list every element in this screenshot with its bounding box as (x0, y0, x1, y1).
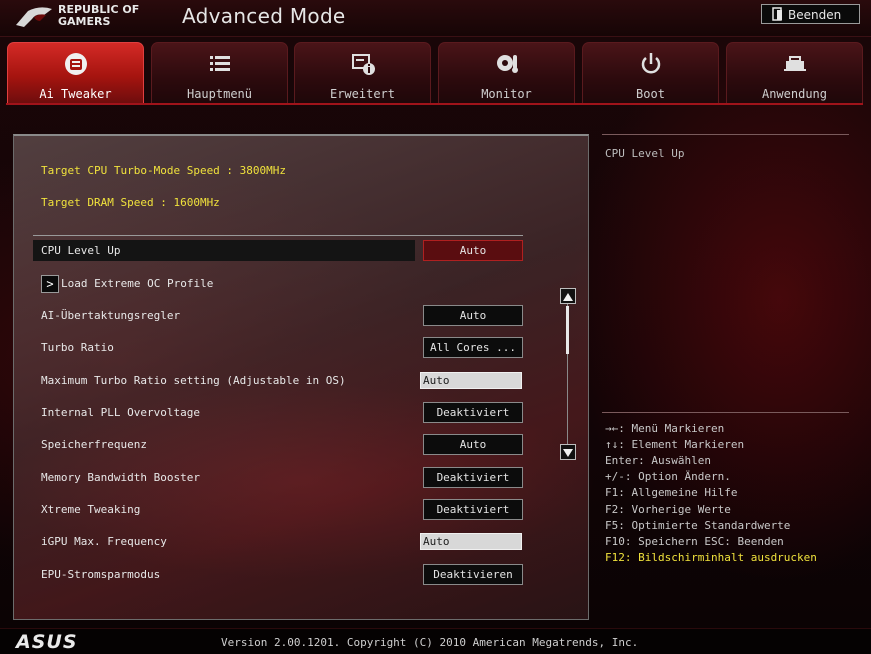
igpu-max-frequency-input[interactable]: Auto (420, 533, 522, 550)
help-top-rule (602, 134, 849, 135)
setting-label-ai-overclock: AI-Übertaktungsregler (41, 309, 181, 322)
cpu-level-up-value[interactable]: Auto (423, 240, 523, 261)
list-icon (209, 56, 230, 71)
ai-overclock-select[interactable]: Auto (423, 305, 523, 326)
key-hint: F10: Speichern ESC: Beenden (605, 535, 784, 548)
load-extreme-oc-profile-link[interactable]: Load Extreme OC Profile (61, 277, 213, 290)
version-text: Version 2.00.1201. Copyright (C) 2010 Am… (221, 636, 639, 649)
tab-main[interactable]: Hauptmenü (151, 42, 288, 104)
tool-icon (783, 56, 806, 71)
thermometer-gauge-icon (64, 53, 87, 75)
tab-label: Anwendung (761, 87, 828, 101)
tab-label: Ai Tweaker (39, 87, 112, 101)
bandwidth-booster-select[interactable]: Deaktiviert (423, 467, 523, 488)
max-turbo-ratio-input[interactable]: Auto (420, 372, 522, 389)
tab-label: Boot (636, 87, 665, 101)
divider (33, 235, 523, 236)
scrollbar-thumb[interactable] (566, 306, 569, 354)
setting-label-memory-frequency: Speicherfrequenz (41, 438, 147, 451)
memory-frequency-select[interactable]: Auto (423, 434, 523, 455)
arrow-up-icon (563, 293, 573, 301)
asus-logo: ASUS (16, 631, 78, 653)
tab-advanced[interactable]: Erweitert (294, 42, 431, 104)
exit-door-icon (772, 7, 782, 21)
brand-text: REPUBLIC OF GAMERS (58, 3, 140, 28)
tab-label: Erweitert (329, 87, 396, 101)
setting-label-xtreme-tweaking: Xtreme Tweaking (41, 503, 141, 516)
setting-label-epu-power-saving: EPU-Stromsparmodus (41, 568, 161, 581)
scroll-down-button[interactable] (560, 444, 576, 460)
epu-power-saving-select[interactable]: Deaktivieren (423, 564, 523, 585)
power-icon (641, 53, 660, 74)
key-hint: +/-: Option Ändern. (605, 470, 731, 483)
setting-label-pll-overvoltage: Internal PLL Overvoltage (41, 406, 200, 419)
key-hint: F12: Bildschirminhalt ausdrucken (605, 551, 817, 564)
turbo-ratio-select[interactable]: All Cores ... (423, 337, 523, 358)
scroll-up-button[interactable] (560, 288, 576, 304)
key-hint: F5: Optimierte Standardwerte (605, 519, 791, 532)
help-title: CPU Level Up (605, 147, 685, 160)
tab-boot[interactable]: Boot (582, 42, 719, 104)
key-hint: F1: Allgemeine Hilfe (605, 486, 738, 499)
arrow-down-icon (563, 449, 573, 457)
setting-label-turbo-ratio: Turbo Ratio (41, 341, 114, 354)
page-title: Advanced Mode (182, 4, 346, 28)
key-hint: →←: Menü Markieren (605, 422, 725, 435)
tab-label: Monitor (481, 87, 532, 101)
cpu-turbo-info: Target CPU Turbo-Mode Speed : 3800MHz (41, 164, 287, 177)
rog-eye-icon (16, 7, 52, 27)
tab-underline (6, 103, 863, 105)
setting-label-max-turbo-ratio: Maximum Turbo Ratio setting (Adjustable … (41, 374, 346, 387)
tab-monitor[interactable]: Monitor (438, 42, 575, 104)
help-keys-rule (602, 412, 849, 413)
exit-button[interactable]: Beenden (761, 4, 860, 24)
temperature-monitor-icon (496, 55, 518, 73)
setting-label-igpu-max-frequency: iGPU Max. Frequency (41, 535, 167, 548)
dram-speed-info: Target DRAM Speed : 1600MHz (41, 196, 220, 209)
xtreme-tweaking-select[interactable]: Deaktiviert (423, 499, 523, 520)
tab-label: Hauptmenü (186, 87, 253, 101)
exit-button-label: Beenden (788, 8, 842, 22)
top-bar: REPUBLIC OF GAMERS Advanced Mode Beenden (0, 0, 871, 37)
setting-label-bandwidth-booster: Memory Bandwidth Booster (41, 471, 200, 484)
info-settings-icon (351, 54, 375, 75)
setting-label-cpu-level-up[interactable]: CPU Level Up (41, 244, 120, 257)
tab-tool[interactable]: Anwendung (726, 42, 863, 104)
tab-ai-tweaker[interactable]: Ai Tweaker (7, 42, 144, 104)
submenu-arrow-icon[interactable]: > (41, 275, 59, 293)
key-hint: F2: Vorherige Werte (605, 503, 731, 516)
key-hint: ↑↓: Element Markieren (605, 438, 745, 451)
key-hint: Enter: Auswählen (605, 454, 711, 467)
pll-overvoltage-select[interactable]: Deaktiviert (423, 402, 523, 423)
rog-logo: REPUBLIC OF GAMERS (14, 3, 164, 31)
